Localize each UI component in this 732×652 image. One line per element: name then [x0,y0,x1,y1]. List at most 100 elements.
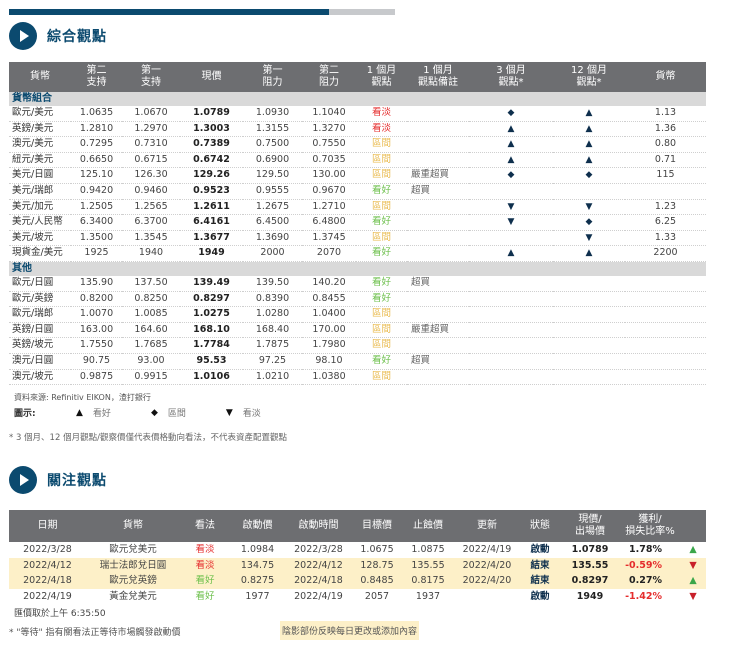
update-cell: 2022/4/19 [462,544,512,555]
table-row: 美元/坡元 1.3500 1.3545 1.3677 1.3690 1.3745 區間 ▼ 1.… [9,230,706,247]
resist1-cell: 1.0280 [243,306,302,323]
forecast-cell [625,322,706,339]
support2-cell: 0.6650 [71,152,122,169]
status-cell: 結束 [520,573,560,589]
view-12m-cell: ▼ [553,199,625,216]
view-12m-cell: ▼ [553,230,625,247]
entry-price-cell: 1977 [245,590,270,602]
view-1m-cell: 看好 [356,353,407,370]
pair-cell: 美元/坡元 [9,230,71,247]
currency-cell: 瑞士法郎兌日圓 [86,557,180,573]
view-note-cell [407,245,469,262]
view-3m-cell [469,230,553,247]
view-note-cell: 超買 [407,353,469,370]
resist2-cell: 0.8455 [302,291,356,308]
view-cell: 看淡 [180,557,230,573]
view-1m-cell: 區間 [356,167,407,184]
view-note-cell [407,306,469,323]
column-header: 1 個月 觀點 [356,62,407,92]
support1-cell: 6.3700 [122,214,180,231]
support2-cell: 1.3500 [71,230,122,247]
price-cell: 1.2611 [180,199,243,216]
price-cell: 1.0275 [180,306,243,323]
legend-label: 圖示: [14,409,36,419]
pair-cell: 澳元/日圓 [9,353,71,370]
forecast-cell [625,353,706,370]
down-arrow-icon: ▼ [689,590,697,602]
support2-cell: 90.75 [71,353,122,370]
view-3m-cell: ▼ [469,199,553,216]
resist2-cell: 0.9670 [302,183,356,200]
support1-cell: 1.2970 [122,121,180,138]
column-header: 目標價 [352,510,402,542]
forecast-cell [625,369,706,386]
legend-item: ▲ 看好 [76,406,111,420]
table-row: 歐元/英鎊 0.8200 0.8250 0.8297 0.8390 0.8455 看好 [9,291,706,308]
support2-cell: 1.7550 [71,337,122,354]
support2-cell: 125.10 [71,167,122,184]
resist2-cell: 2070 [302,245,356,262]
support1-cell: 1.0085 [122,306,180,323]
table-row: 美元/瑞郎 0.9420 0.9460 0.9523 0.9555 0.9670 看好 超買 [9,183,706,200]
forecast-cell [625,183,706,200]
support2-cell: 1925 [71,245,122,262]
column-header: 止蝕價 [402,510,454,542]
footnote: * "等待" 指有關看法正等待市場觸發啟動價 [9,628,181,638]
view-3m-cell: ◆ [469,106,553,122]
table-header-row: 貨幣 第二 支持 第一 支持 現價 第一 阻力 第二 阻力 1 個月 觀點 1 個月 觀點備註 3 個月 觀點… [9,62,706,92]
forecast-cell: 0.71 [625,152,706,169]
section-title: 綜合觀點 [47,29,107,45]
table-row: 英鎊/美元 1.2810 1.2970 1.3003 1.3155 1.3270 看淡 ▲ ▲ 1… [9,121,706,138]
legend-text: 看好 [92,409,111,419]
support2-cell: 0.9875 [71,369,122,386]
column-header: 看法 [180,510,230,542]
view-12m-cell: ▲ [553,121,625,138]
view-3m-cell: ▼ [469,214,553,231]
update-cell: 2022/4/20 [454,557,520,573]
column-header: 狀態 [520,510,560,542]
view-12m-cell [553,306,625,323]
price-cell: 1.0106 [180,369,243,386]
column-header: 貨幣 [86,510,180,542]
price-cell: 0.6742 [180,152,243,169]
column-header: 啟動時間 [285,510,352,542]
forecast-cell: 1.33 [625,230,706,247]
support2-cell: 1.0070 [71,306,122,323]
resist2-cell: 98.10 [302,353,356,370]
view-1m-cell: 看好 [356,214,407,231]
pair-cell: 英鎊/日圓 [9,322,71,339]
view-12m-cell [553,369,625,386]
view-12m-cell [553,322,625,339]
entry-price-cell: 134.75 [230,557,285,573]
view-3m-cell: ▲ [469,136,553,153]
view-12m-cell: ▲ [553,136,625,153]
legend-item: ▼ 看淡 [226,406,261,420]
pair-cell: 歐元/日圓 [9,275,71,292]
resist2-cell: 0.7550 [302,136,356,153]
pair-cell: 美元/加元 [9,199,71,216]
price-cell: 168.10 [180,322,243,339]
target-cell: 2057 [364,590,390,602]
view-12m-cell [553,337,625,354]
price-cell: 95.53 [180,353,243,370]
view-12m-cell: ▲ [553,245,625,262]
resist2-cell: 130.00 [302,167,356,184]
resist1-cell: 1.3690 [243,230,302,247]
view-3m-cell [469,183,553,200]
table-row: 歐元/瑞郎 1.0070 1.0085 1.0275 1.0280 1.0400 區間 [9,306,706,323]
support1-cell: 0.6715 [122,152,180,169]
pnl-cell: 0.27% [620,573,680,589]
view-1m-cell: 看淡 [356,121,407,138]
resist1-cell: 0.7500 [243,136,302,153]
view-12m-cell [553,291,625,308]
column-header: 第一 支持 [122,62,180,92]
support1-cell: 1.0670 [122,106,180,122]
support1-cell: 137.50 [122,275,180,292]
column-header: 第一 阻力 [243,62,302,92]
stop-loss-cell: 0.8175 [402,573,454,589]
resist2-cell: 1.2710 [302,199,356,216]
column-header: 更新 [454,510,520,542]
view-note-cell: 嚴重超買 [407,322,469,339]
table-row: 英鎊/坡元 1.7550 1.7685 1.7784 1.7875 1.7980 區間 [9,337,706,354]
view-3m-cell [469,291,553,308]
